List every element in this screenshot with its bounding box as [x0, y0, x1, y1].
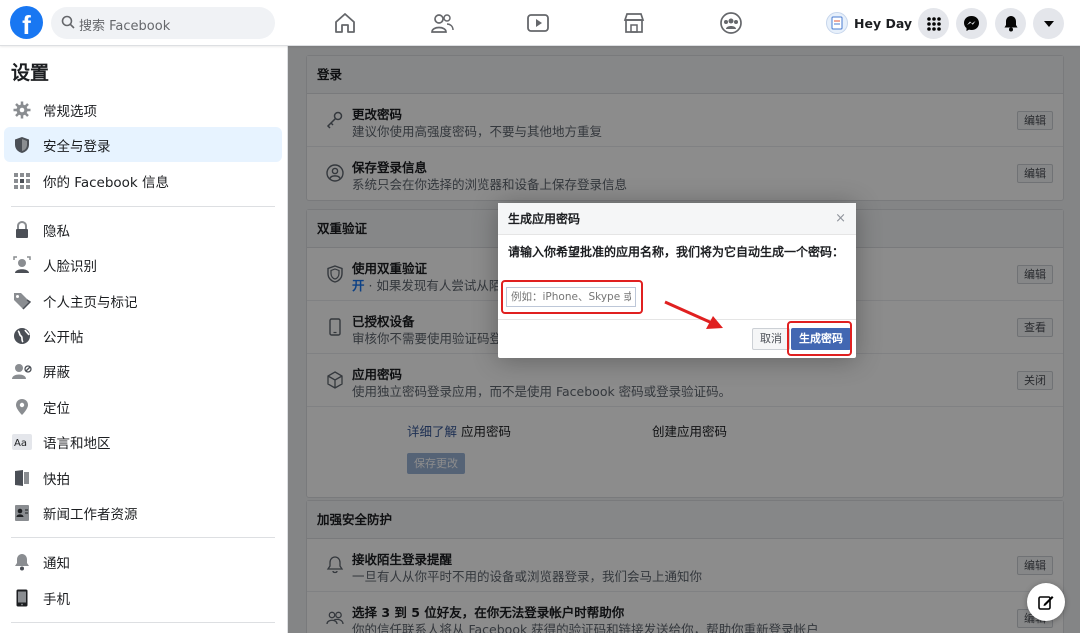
messenger-button[interactable]: [956, 8, 987, 39]
sidebar-item-profile-tagging[interactable]: 个人主页与标记: [4, 283, 282, 318]
marketplace-icon[interactable]: [622, 12, 646, 34]
messenger-icon: [964, 16, 979, 31]
bell-icon: [1004, 16, 1017, 32]
sidebar-divider: [11, 537, 275, 538]
facebook-logo[interactable]: f: [10, 6, 43, 39]
search-box[interactable]: 搜索 Facebook: [51, 7, 275, 39]
dialog-message: 请输入你希望批准的应用名称，我们将为它自动生成一个密码：: [508, 245, 845, 259]
friends-icon[interactable]: [430, 12, 454, 34]
language-icon: Aa: [12, 432, 32, 452]
sidebar-item-label: 语言和地区: [43, 435, 111, 452]
sidebar-item-label: 新闻工作者资源: [43, 506, 138, 523]
sidebar-item-label: 手机: [43, 591, 70, 608]
highlight-box-input: [501, 280, 643, 314]
sidebar-item-label: 你的 Facebook 信息: [43, 174, 170, 191]
watch-icon[interactable]: [526, 12, 550, 34]
sidebar-item-notifications[interactable]: 通知: [4, 544, 282, 579]
annotation-arrow-icon: [664, 300, 723, 329]
grid-icon: [12, 171, 32, 191]
search-icon: [61, 15, 75, 29]
globe-icon: [12, 326, 32, 346]
sidebar-item-public-posts[interactable]: 公开帖: [4, 318, 282, 353]
news-icon: [12, 503, 32, 523]
sidebar-item-general[interactable]: 常规选项: [4, 92, 282, 127]
sidebar-item-mobile[interactable]: 手机: [4, 580, 282, 615]
caret-down-icon: [1043, 20, 1054, 27]
search-placeholder: 搜索 Facebook: [79, 19, 171, 34]
sidebar-item-label: 安全与登录: [43, 138, 111, 155]
dialog-title: 生成应用密码: [498, 203, 856, 235]
tag-icon: [12, 291, 32, 311]
sidebar-item-security[interactable]: 安全与登录: [4, 127, 282, 162]
sidebar-item-label: 隐私: [43, 223, 70, 240]
groups-icon[interactable]: [719, 12, 743, 34]
sidebar-item-label: 个人主页与标记: [43, 294, 138, 311]
menu-grid-icon: [926, 16, 941, 31]
notifications-button[interactable]: [995, 8, 1026, 39]
gear-icon: [12, 100, 32, 120]
profile-shortcut[interactable]: Hey Day: [826, 9, 912, 37]
account-dropdown-button[interactable]: [1033, 8, 1064, 39]
home-icon[interactable]: [333, 12, 357, 34]
location-icon: [12, 397, 32, 417]
sidebar-item-label: 公开帖: [43, 329, 84, 346]
face-icon: [12, 255, 32, 275]
profile-avatar-icon: [831, 16, 843, 30]
menu-button[interactable]: [918, 8, 949, 39]
new-message-button[interactable]: [1027, 583, 1065, 621]
sidebar-item-stories[interactable]: 快拍: [4, 460, 282, 495]
bell-icon: [12, 552, 32, 572]
sidebar-item-blocking[interactable]: 屏蔽: [4, 353, 282, 388]
sidebar-item-label: 屏蔽: [43, 364, 70, 381]
avatar: [826, 12, 848, 34]
sidebar-item-privacy[interactable]: 隐私: [4, 212, 282, 247]
sidebar-item-journalist[interactable]: 新闻工作者资源: [4, 495, 282, 530]
lock-icon: [12, 220, 32, 240]
cancel-button[interactable]: 取消: [752, 328, 790, 350]
top-navigation-bar: f 搜索 Facebook Hey Day: [0, 0, 1080, 46]
sidebar-item-face-recognition[interactable]: 人脸识别: [4, 247, 282, 282]
phone-icon: [12, 588, 32, 608]
svg-text:Aa: Aa: [14, 438, 27, 449]
sidebar-item-label: 定位: [43, 400, 70, 417]
shield-icon: [12, 135, 32, 155]
block-user-icon: [12, 361, 32, 381]
sidebar-item-label: 通知: [43, 555, 70, 572]
close-icon[interactable]: ×: [835, 211, 846, 226]
highlight-box-generate: [787, 321, 852, 356]
sidebar-divider: [11, 206, 275, 207]
story-icon: [12, 468, 32, 488]
sidebar-divider: [11, 622, 275, 623]
logo-letter: f: [22, 10, 31, 39]
sidebar-item-your-info[interactable]: 你的 Facebook 信息: [4, 163, 282, 198]
compose-icon: [1038, 596, 1054, 610]
sidebar-item-label: 快拍: [43, 471, 70, 488]
user-name: Hey Day: [854, 15, 913, 31]
sidebar-item-location[interactable]: 定位: [4, 389, 282, 424]
sidebar-item-label: 人脸识别: [43, 258, 97, 275]
sidebar-title: 设置: [11, 62, 50, 84]
settings-sidebar: 设置 常规选项 安全与登录 你的 Facebook 信息 隐私 人脸识别 个人主…: [0, 46, 288, 633]
generate-app-password-dialog: 生成应用密码 × 请输入你希望批准的应用名称，我们将为它自动生成一个密码： 取消…: [498, 203, 856, 358]
sidebar-item-language[interactable]: Aa 语言和地区: [4, 424, 282, 459]
sidebar-item-label: 常规选项: [43, 103, 97, 120]
